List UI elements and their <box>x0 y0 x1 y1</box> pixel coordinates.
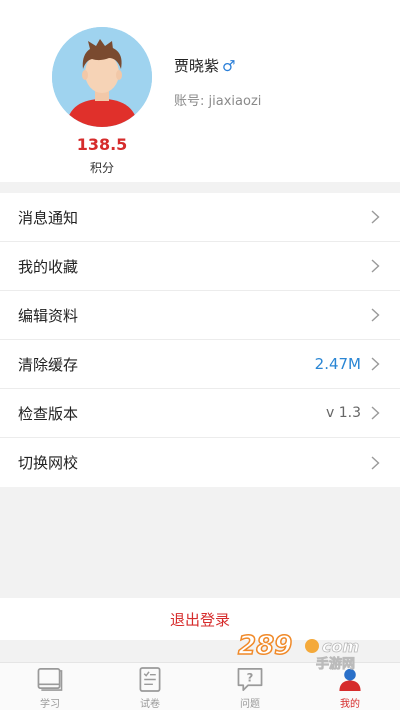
user-name: 贾晓紫 <box>174 57 220 75</box>
menu-item-label: 编辑资料 <box>18 306 79 325</box>
profile-header: 贾晓紫 ♂ 账号: jiaxiaozi 138.5 积分 <box>0 0 400 182</box>
tab-mine[interactable]: 我的 <box>300 663 400 710</box>
cache-size-value: 2.47M <box>314 355 361 373</box>
tab-label: 我的 <box>340 699 360 710</box>
menu-item-label: 消息通知 <box>18 208 79 227</box>
avatar-illustration <box>52 27 152 127</box>
user-name-row: 贾晓紫 ♂ <box>174 55 235 76</box>
menu-item-label: 切换网校 <box>18 454 79 472</box>
tab-questions[interactable]: ? 问题 <box>200 663 300 710</box>
tab-label: 学习 <box>40 699 60 710</box>
logout-label: 退出登录 <box>169 610 230 629</box>
avatar[interactable] <box>52 27 152 127</box>
tab-label: 问题 <box>240 699 260 710</box>
points-value: 138.5 <box>76 135 128 154</box>
logout-button[interactable]: 退出登录 <box>0 598 400 640</box>
menu-item-switch-school[interactable]: 切换网校 <box>0 438 400 487</box>
account-value: jiaxiaozi <box>208 94 262 109</box>
chevron-right-icon <box>371 308 380 322</box>
svg-text:?: ? <box>247 670 254 684</box>
menu-item-label: 检查版本 <box>18 404 79 423</box>
chevron-right-icon <box>371 455 380 470</box>
chevron-right-icon <box>371 357 380 371</box>
version-value: v 1.3 <box>326 405 361 421</box>
settings-menu: 消息通知 我的收藏 编辑资料 清除缓存 2.47M 检查版本 v 1.3 切换网… <box>0 193 400 487</box>
menu-item-check-version[interactable]: 检查版本 v 1.3 <box>0 389 400 438</box>
menu-item-notifications[interactable]: 消息通知 <box>0 193 400 242</box>
bottom-tab-bar: 学习 试卷 ? 问题 我的 <box>0 662 400 710</box>
menu-item-favorites[interactable]: 我的收藏 <box>0 242 400 291</box>
book-icon <box>37 668 63 691</box>
points-label: 积分 <box>89 161 114 175</box>
tab-label: 试卷 <box>140 699 160 710</box>
menu-item-label: 我的收藏 <box>18 257 79 276</box>
user-icon <box>339 668 361 692</box>
menu-item-edit-profile[interactable]: 编辑资料 <box>0 291 400 340</box>
tab-study[interactable]: 学习 <box>0 663 100 710</box>
menu-item-clear-cache[interactable]: 清除缓存 2.47M <box>0 340 400 389</box>
chevron-right-icon <box>371 210 380 224</box>
male-gender-icon: ♂ <box>222 56 236 75</box>
paper-icon <box>139 667 161 692</box>
account-row: 账号: jiaxiaozi <box>174 90 261 109</box>
question-icon: ? <box>237 668 263 691</box>
chevron-right-icon <box>371 406 380 420</box>
tab-papers[interactable]: 试卷 <box>100 663 200 710</box>
account-label: 账号: <box>174 94 205 109</box>
chevron-right-icon <box>371 259 380 273</box>
menu-item-label: 清除缓存 <box>18 355 79 374</box>
